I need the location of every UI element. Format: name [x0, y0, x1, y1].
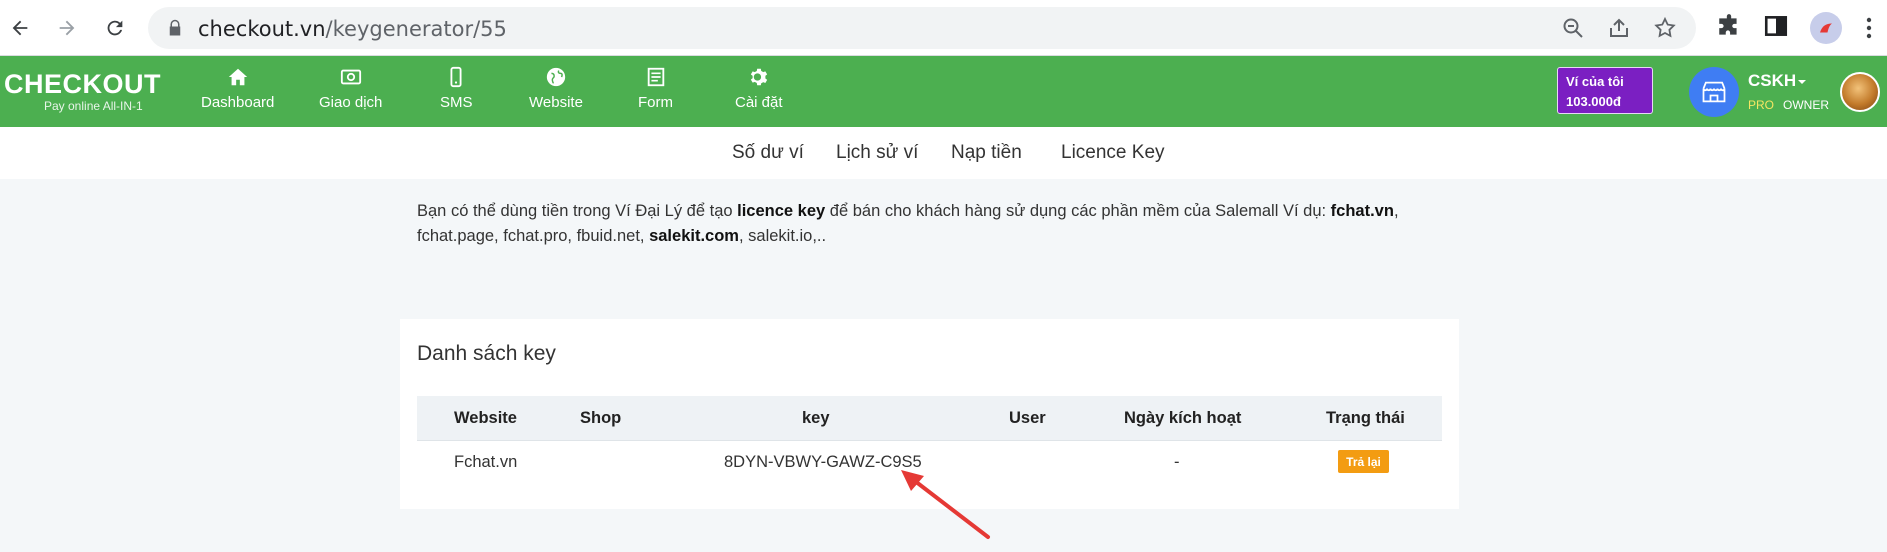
url-path: /keygenerator/55 [325, 17, 507, 41]
cell-activated-date: - [1174, 453, 1180, 471]
logo-tagline: Pay online All-IN-1 [44, 99, 143, 113]
column-key: key [802, 409, 830, 427]
column-shop: Shop [580, 409, 622, 427]
intro-bold-fchat: fchat.vn [1330, 202, 1394, 220]
cell-key: 8DYN-VBWY-GAWZ-C9S5 [724, 453, 922, 471]
intro-bold-salekit: salekit.com [649, 227, 739, 245]
url-text: checkout.vn/keygenerator/55 [198, 17, 507, 41]
menu-label: SMS [440, 94, 473, 111]
menu-settings[interactable]: Cài đặt [735, 66, 783, 111]
wallet-amount: 103.000đ [1566, 94, 1621, 109]
form-icon [647, 67, 664, 87]
menu-transactions[interactable]: Giao dịch [319, 66, 382, 111]
intro-text: , salekit.io,.. [738, 227, 827, 245]
address-bar[interactable]: checkout.vn/keygenerator/55 [148, 7, 1696, 49]
wallet-label: Ví của tôi [1566, 74, 1624, 89]
menu-sms[interactable]: SMS [440, 66, 473, 111]
subnav-licence-key[interactable]: Licence Key [1061, 142, 1165, 164]
profile-avatar-button[interactable] [1810, 12, 1842, 44]
column-status: Trạng thái [1326, 409, 1405, 427]
money-icon [340, 69, 361, 85]
column-activated-date: Ngày kích hoạt [1124, 409, 1242, 427]
intro-bold-licence-key: licence key [737, 202, 826, 220]
menu-label: Dashboard [201, 94, 275, 111]
plan-badge: PRO [1748, 98, 1775, 112]
extensions-puzzle-icon[interactable] [1716, 13, 1742, 39]
account-name[interactable]: CSKH [1748, 71, 1796, 91]
intro-text: để bán cho khách hàng sử dụng các phần m… [825, 202, 1331, 220]
zoom-icon[interactable] [1561, 16, 1585, 40]
browser-toolbar: checkout.vn/keygenerator/55 [0, 0, 1887, 56]
intro-text: Bạn có thể dùng tiền trong Ví Đại Lý để … [417, 202, 738, 220]
profile-icon [1820, 23, 1832, 33]
menu-label: Giao dịch [319, 94, 383, 111]
store-button[interactable] [1689, 67, 1739, 117]
subnav-history[interactable]: Lịch sử ví [836, 142, 918, 164]
caret-down-icon[interactable] [1797, 78, 1807, 86]
checkout-logo[interactable]: CHECKOUT Pay online All-IN-1 [4, 69, 161, 113]
bookmark-star-icon[interactable] [1653, 16, 1677, 40]
lock-icon [169, 19, 181, 36]
column-user: User [1009, 409, 1046, 427]
table-header: Website Shop key User Ngày kích hoạt Trạ… [417, 396, 1442, 440]
subnav-topup[interactable]: Nạp tiền [951, 142, 1022, 164]
reload-icon [107, 20, 123, 36]
home-icon [228, 68, 247, 86]
cell-website: Fchat.vn [454, 453, 518, 471]
menu-kebab-icon[interactable] [1866, 16, 1872, 40]
my-wallet-button[interactable]: Ví của tôi 103.000đ [1557, 67, 1653, 114]
gear-icon [750, 68, 767, 86]
user-avatar[interactable] [1840, 72, 1880, 112]
menu-dashboard[interactable]: Dashboard [201, 66, 274, 111]
return-key-button[interactable]: Trả lại [1338, 450, 1389, 473]
wallet-subnav: Số dư ví Lịch sử ví Nạp tiền Licence Key [0, 127, 1887, 179]
app-header: CHECKOUT Pay online All-IN-1 Dashboard G… [0, 56, 1887, 127]
side-panel-icon[interactable] [1763, 13, 1789, 39]
store-icon [1702, 81, 1726, 103]
menu-label: Website [529, 94, 583, 111]
back-arrow-icon [12, 20, 28, 36]
forward-button[interactable] [49, 10, 85, 46]
reload-button[interactable] [97, 10, 133, 46]
subnav-balance[interactable]: Số dư ví [732, 142, 804, 164]
phone-icon [450, 66, 462, 88]
back-button[interactable] [2, 10, 38, 46]
menu-website[interactable]: Website [529, 66, 583, 111]
url-host: checkout.vn [198, 17, 326, 41]
column-website: Website [454, 409, 517, 427]
annotation-arrow-icon [901, 470, 990, 539]
globe-icon [546, 67, 566, 87]
menu-label: Cài đặt [735, 94, 783, 111]
intro-description: Bạn có thể dùng tiền trong Ví Đại Lý để … [417, 199, 1477, 249]
card-title: Danh sách key [417, 342, 556, 365]
forward-arrow-icon [59, 20, 75, 36]
menu-label: Form [638, 94, 673, 111]
share-icon[interactable] [1607, 16, 1631, 40]
role-badge: OWNER [1783, 98, 1829, 112]
logo-text: CHECKOUT [4, 69, 161, 99]
menu-form[interactable]: Form [638, 66, 673, 111]
